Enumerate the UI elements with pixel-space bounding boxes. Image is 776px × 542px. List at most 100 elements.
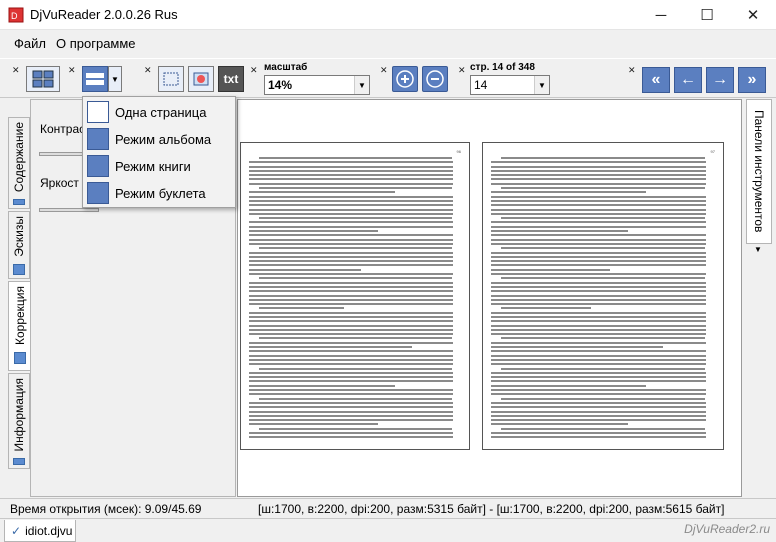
text-line bbox=[249, 354, 453, 357]
text-line bbox=[491, 281, 707, 284]
file-tab[interactable]: ✓ idiot.djvu bbox=[4, 520, 76, 542]
menu-item-book-mode[interactable]: Режим книги bbox=[84, 153, 234, 179]
tab-correction[interactable]: Коррекция bbox=[8, 281, 30, 371]
maximize-button[interactable]: ☐ bbox=[684, 0, 730, 30]
text-line bbox=[249, 298, 453, 301]
scale-label: масштаб bbox=[264, 62, 308, 73]
text-line bbox=[249, 401, 453, 404]
text-line bbox=[491, 328, 707, 331]
tab-toolbars[interactable]: Панели инструментов bbox=[746, 99, 772, 244]
text-line bbox=[259, 397, 452, 400]
text-line bbox=[491, 333, 707, 336]
page-number: 97 bbox=[710, 149, 715, 154]
view-mode-dropdown-arrow[interactable]: ▼ bbox=[108, 66, 122, 92]
zoom-in-button[interactable] bbox=[392, 66, 418, 92]
text-line bbox=[259, 157, 452, 159]
text-line bbox=[249, 195, 453, 198]
menu-file[interactable]: Файл bbox=[14, 36, 46, 51]
album-mode-icon bbox=[86, 73, 104, 85]
text-line bbox=[491, 268, 610, 271]
text-line bbox=[249, 290, 453, 293]
select-button[interactable] bbox=[158, 66, 184, 92]
text-line bbox=[491, 354, 707, 357]
single-page-label: Одна страница bbox=[115, 104, 207, 120]
text-line bbox=[491, 221, 707, 224]
text-line bbox=[491, 414, 707, 417]
tab-information[interactable]: Информация bbox=[8, 373, 30, 469]
first-page-button[interactable]: « bbox=[642, 67, 670, 93]
menu-item-single-page[interactable]: Одна страница bbox=[84, 99, 234, 125]
view-mode-button[interactable] bbox=[82, 66, 108, 92]
text-line bbox=[491, 423, 628, 426]
page-value: 14 bbox=[474, 78, 488, 92]
close-button[interactable]: ✕ bbox=[730, 0, 776, 30]
text-line bbox=[491, 341, 707, 344]
text-line bbox=[491, 178, 707, 181]
text-line bbox=[491, 285, 707, 288]
chevron-down-icon[interactable]: ▼ bbox=[534, 76, 549, 94]
image-button[interactable] bbox=[188, 66, 214, 92]
document-icon: ✓ bbox=[11, 523, 22, 538]
text-line bbox=[491, 225, 707, 228]
tab-thumbnails[interactable]: Эскизы bbox=[8, 211, 30, 279]
text-line bbox=[491, 410, 707, 413]
text-line bbox=[491, 174, 707, 177]
text-line bbox=[491, 260, 707, 263]
brightness-slider[interactable] bbox=[39, 208, 99, 212]
last-page-button[interactable]: » bbox=[738, 67, 766, 93]
text-line bbox=[491, 290, 707, 293]
close-icon[interactable]: ✕ bbox=[458, 65, 466, 76]
next-page-button[interactable]: → bbox=[706, 67, 734, 93]
close-icon[interactable]: ✕ bbox=[68, 65, 76, 76]
booklet-mode-label: Режим буклета bbox=[115, 185, 206, 201]
text-line bbox=[249, 221, 453, 224]
chevron-down-icon[interactable]: ▼ bbox=[354, 76, 369, 94]
minimize-button[interactable]: ─ bbox=[638, 0, 684, 30]
text-button[interactable]: txt bbox=[218, 66, 244, 92]
text-line bbox=[491, 238, 707, 241]
text-line bbox=[491, 303, 707, 306]
document-view[interactable]: 96 97 bbox=[237, 99, 742, 497]
text-line bbox=[259, 247, 452, 250]
menu-item-booklet-mode[interactable]: Режим буклета bbox=[84, 180, 234, 206]
view-mode-menu: Одна страница Режим альбома Режим книги … bbox=[82, 96, 236, 208]
text-line bbox=[491, 406, 707, 409]
file-tab-bar: ✓ idiot.djvu DjVuReader2.ru bbox=[0, 518, 776, 542]
text-line bbox=[491, 182, 707, 185]
text-line bbox=[249, 174, 453, 177]
page-label: стр. 14 of 348 bbox=[470, 62, 535, 73]
text-line bbox=[491, 346, 664, 349]
chevron-down-icon[interactable]: ▼ bbox=[754, 245, 762, 254]
text-line bbox=[491, 358, 707, 361]
close-icon[interactable]: ✕ bbox=[628, 65, 636, 76]
menu-item-album-mode[interactable]: Режим альбома bbox=[84, 126, 234, 152]
prev-page-button[interactable]: ← bbox=[674, 67, 702, 93]
text-line bbox=[249, 242, 453, 245]
text-line bbox=[249, 384, 396, 387]
text-line bbox=[249, 419, 453, 422]
text-line bbox=[259, 367, 452, 370]
text-line bbox=[501, 427, 705, 430]
zoom-out-button[interactable] bbox=[422, 66, 448, 92]
close-icon[interactable]: ✕ bbox=[12, 65, 20, 76]
text-line bbox=[249, 358, 453, 361]
close-icon[interactable]: ✕ bbox=[144, 65, 152, 76]
text-line bbox=[249, 255, 453, 258]
text-line bbox=[249, 225, 453, 228]
close-icon[interactable]: ✕ bbox=[250, 65, 258, 76]
watermark: DjVuReader2.ru bbox=[684, 522, 770, 536]
thumbnails-button[interactable] bbox=[26, 66, 60, 92]
menu-bar: Файл О программе bbox=[0, 31, 776, 57]
tab-contents[interactable]: Содержание bbox=[8, 117, 30, 209]
scale-combo[interactable]: 14% ▼ bbox=[264, 75, 370, 95]
text-line bbox=[491, 204, 707, 207]
page-combo[interactable]: 14 ▼ bbox=[470, 75, 550, 95]
text-line bbox=[249, 324, 453, 327]
menu-about[interactable]: О программе bbox=[56, 36, 136, 51]
text-line bbox=[491, 161, 707, 164]
text-line bbox=[249, 251, 453, 254]
text-line bbox=[501, 307, 591, 310]
scale-value: 14% bbox=[268, 78, 293, 92]
text-line bbox=[249, 389, 453, 392]
close-icon[interactable]: ✕ bbox=[380, 65, 388, 76]
